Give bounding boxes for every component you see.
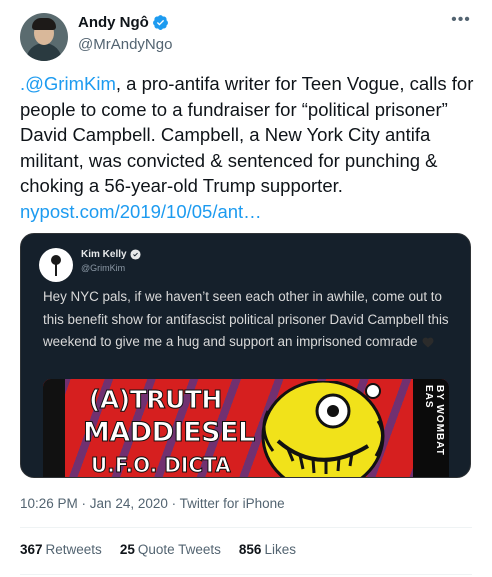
more-horizontal-icon[interactable]: ••• [448,10,474,36]
embedded-handle: @GrimKim [81,263,126,273]
meta-separator-1: · [77,496,90,511]
tweet: Andy Ngô @MrAndyNgo ••• .@GrimKim, a pro… [0,0,492,577]
embedded-avatar [39,248,73,282]
poster-line-3: U.F.O. DICTA [91,453,232,478]
tweet-source[interactable]: Twitter for iPhone [180,496,285,511]
author-handle[interactable]: @MrAndyNgo [78,36,172,53]
mention-link[interactable]: .@GrimKim [20,73,116,94]
skull-illustration-icon [261,381,385,477]
quote-tweets-count: 25 [119,542,135,557]
author-name-row: Andy Ngô [78,14,169,31]
article-link[interactable]: nypost.com/2019/10/05/ant… [20,201,262,222]
retweets-label: Retweets [45,542,102,557]
embedded-text: Hey NYC pals, if we haven’t seen each ot… [43,286,463,354]
tweet-meta: 10:26 PM · Jan 24, 2020 · Twitter for iP… [20,496,285,511]
quote-tweets-label: Quote Tweets [137,542,221,557]
tweet-date[interactable]: Jan 24, 2020 [90,496,168,511]
poster-line-1: (A)TRUTH [89,385,223,415]
retweets-stat[interactable]: 367 Retweets [20,542,102,557]
quote-tweets-stat[interactable]: 25 Quote Tweets [120,542,221,557]
concert-poster: (A)TRUTH MADDIESEL U.F.O. DICTA BY WOMBA… [43,379,449,478]
retweets-count: 367 [20,542,43,557]
embedded-text-body: Hey NYC pals, if we haven’t seen each ot… [43,289,449,349]
black-heart-icon [422,338,434,348]
likes-label: Likes [264,542,296,557]
tweet-time[interactable]: 10:26 PM [20,496,78,511]
poster-line-2: MADDIESEL [83,417,256,449]
meta-separator-2: · [167,496,180,511]
likes-stat[interactable]: 856 Likes [239,542,296,557]
tweet-text: .@GrimKim, a pro-antifa writer for Teen … [20,71,476,224]
divider [20,574,472,575]
divider [20,527,472,528]
embedded-display-name: Kim Kelly [81,249,127,260]
embedded-name-row: Kim Kelly [81,249,141,260]
poster-side-text: BY WOMBAT EAS [423,385,445,456]
embedded-verified-icon [130,249,141,260]
verified-badge-icon [152,15,168,30]
author-avatar[interactable] [20,13,68,61]
engagement-stats: 367 Retweets 25 Quote Tweets 856 Likes [20,542,314,557]
embedded-tweet-image[interactable]: Kim Kelly @GrimKim Hey NYC pals, if we h… [20,233,471,478]
likes-count: 856 [238,542,262,557]
author-display-name[interactable]: Andy Ngô [78,14,149,31]
poster-side-strip: BY WOMBAT EAS [413,379,449,477]
